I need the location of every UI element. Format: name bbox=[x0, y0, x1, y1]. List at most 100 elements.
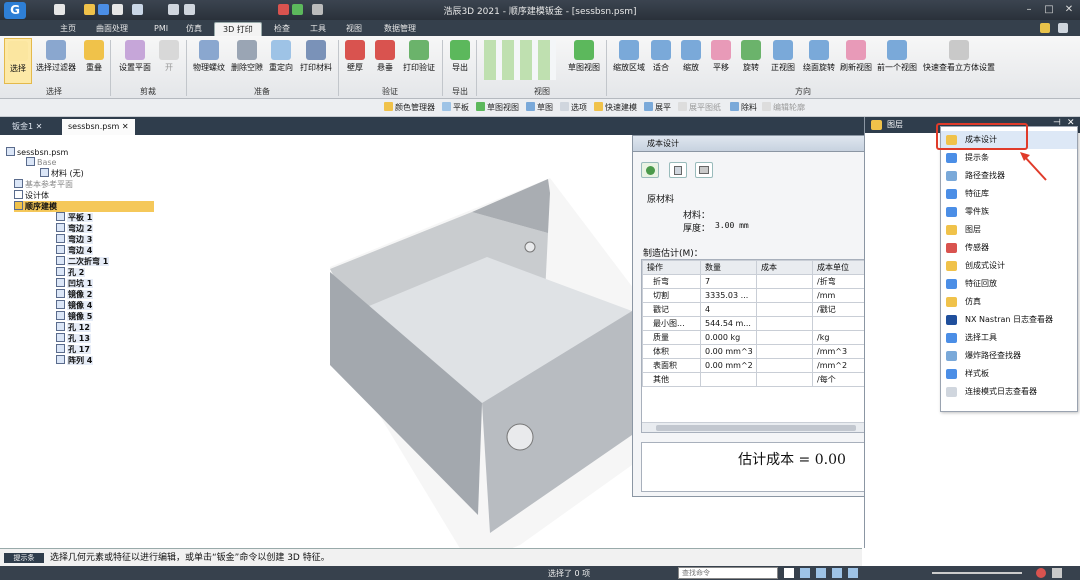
tab-data-management[interactable]: 数据管理 bbox=[376, 22, 424, 36]
tree-feature[interactable]: 孔 17 bbox=[56, 344, 91, 355]
sketch-view-toggle[interactable]: 草图视图 bbox=[476, 102, 519, 114]
refresh-cost-button[interactable] bbox=[641, 162, 659, 178]
tab-surfacing[interactable]: 曲面处理 bbox=[88, 22, 136, 36]
rotate-about-face-button[interactable]: 绕面旋转 bbox=[800, 38, 838, 84]
menu-item-prompt-bar[interactable]: 提示条 bbox=[941, 149, 1077, 167]
tab-inspect[interactable]: 检查 bbox=[266, 22, 298, 36]
expand-icon[interactable] bbox=[1058, 23, 1068, 33]
menu-item-sensor[interactable]: 传感器 bbox=[941, 239, 1077, 257]
overlap-button[interactable]: 重叠 bbox=[82, 38, 106, 84]
export-cost-button[interactable] bbox=[669, 162, 687, 178]
tab-3d-print[interactable]: 3D 打印 bbox=[214, 22, 262, 36]
flatten-button[interactable]: 展平 bbox=[644, 102, 671, 114]
doc-tab-sheetmetal1[interactable]: 钣金1 ✕ bbox=[6, 119, 48, 135]
zoom-slider[interactable] bbox=[932, 572, 1022, 574]
delete-void-button[interactable]: 删除空隙 bbox=[228, 38, 266, 84]
cut-button[interactable]: 除料 bbox=[730, 102, 757, 114]
fit-button[interactable]: 适合 bbox=[650, 38, 672, 84]
help-icon[interactable] bbox=[1040, 23, 1050, 33]
color-manager-button[interactable]: 颜色管理器 bbox=[384, 102, 435, 114]
menu-item-connection-log[interactable]: 连接模式日志查看器 bbox=[941, 383, 1077, 401]
menu-item-feature-playback[interactable]: 特征回放 bbox=[941, 275, 1077, 293]
menu-item-pathfinder[interactable]: 路径查找器 bbox=[941, 167, 1077, 185]
menu-item-generative-design[interactable]: 创成式设计 bbox=[941, 257, 1077, 275]
table-cell[interactable] bbox=[756, 274, 813, 289]
tree-feature[interactable]: 孔 12 bbox=[56, 322, 91, 333]
set-plane-button[interactable]: 设置平面 bbox=[116, 38, 154, 84]
view-rotate-icon[interactable] bbox=[848, 568, 858, 578]
table-cell[interactable] bbox=[756, 302, 813, 317]
view-cube-icon[interactable] bbox=[784, 568, 794, 578]
table-cell[interactable] bbox=[756, 344, 813, 359]
front-view-button[interactable]: 正视图 bbox=[768, 38, 798, 84]
tree-item-design-body[interactable]: 设计体 bbox=[14, 190, 49, 201]
tree-feature[interactable]: 平板 1 bbox=[56, 212, 94, 223]
options-status-icon[interactable] bbox=[1052, 568, 1062, 578]
zoom-area-button[interactable]: 缩放区域 bbox=[610, 38, 648, 84]
tree-feature[interactable]: 镜像 5 bbox=[56, 311, 94, 322]
tree-item-sequential[interactable]: 顺序建模 bbox=[14, 201, 154, 212]
tab-tools[interactable]: 工具 bbox=[302, 22, 334, 36]
sketch-toggle[interactable]: 草图 bbox=[526, 102, 553, 114]
tree-feature[interactable]: 阵列 4 bbox=[56, 355, 94, 366]
menu-item-explode-pathfinder[interactable]: 爆炸路径查找器 bbox=[941, 347, 1077, 365]
column-header[interactable]: 成本 bbox=[756, 260, 813, 275]
physical-thread-button[interactable]: 物理螺纹 bbox=[190, 38, 228, 84]
tree-feature[interactable]: 弯边 3 bbox=[56, 234, 94, 245]
tree-feature[interactable]: 镜像 2 bbox=[56, 289, 94, 300]
view-zoom-icon[interactable] bbox=[816, 568, 826, 578]
scrollbar-thumb[interactable] bbox=[656, 425, 856, 431]
doc-tab-sessbsn[interactable]: sessbsn.psm ✕ bbox=[62, 119, 135, 135]
tab-fill[interactable]: 仿真 bbox=[178, 22, 210, 36]
record-icon[interactable] bbox=[1036, 568, 1046, 578]
close-button[interactable]: ✕ bbox=[1062, 3, 1076, 16]
minimize-button[interactable]: – bbox=[1022, 3, 1036, 16]
table-cell[interactable] bbox=[756, 316, 813, 331]
tree-feature[interactable]: 镜像 4 bbox=[56, 300, 94, 311]
select-filter-button[interactable]: 选择过滤器 bbox=[34, 38, 78, 84]
tree-feature[interactable]: 孔 13 bbox=[56, 333, 91, 344]
tree-item-material[interactable]: 材料 (无) bbox=[40, 168, 84, 179]
maximize-button[interactable]: □ bbox=[1042, 3, 1056, 16]
table-cell[interactable] bbox=[756, 372, 813, 387]
tree-item-ref-planes[interactable]: 基本参考平面 bbox=[14, 179, 73, 190]
wall-thickness-button[interactable]: 壁厚 bbox=[342, 38, 368, 84]
view-fit-icon[interactable] bbox=[800, 568, 810, 578]
print-verify-button[interactable]: 打印验证 bbox=[400, 38, 438, 84]
tree-feature[interactable]: 弯边 2 bbox=[56, 223, 94, 234]
tree-feature[interactable]: 弯边 4 bbox=[56, 245, 94, 256]
table-cell[interactable] bbox=[756, 358, 813, 373]
command-search-input[interactable] bbox=[678, 567, 778, 579]
column-header[interactable]: 数量 bbox=[700, 260, 757, 275]
tab-pmi[interactable]: PMI bbox=[146, 22, 176, 36]
tree-item-base[interactable]: Base bbox=[26, 157, 56, 168]
print-cost-button[interactable] bbox=[695, 162, 713, 178]
print-material-button[interactable]: 打印材料 bbox=[296, 38, 336, 84]
sketch-view-button[interactable]: 草图视图 bbox=[566, 38, 602, 84]
menu-item-select-tool[interactable]: 选择工具 bbox=[941, 329, 1077, 347]
edit-profile-button[interactable]: 编辑轮廓 bbox=[762, 102, 805, 114]
view-gallery[interactable] bbox=[484, 40, 556, 80]
menu-item-part-family[interactable]: 零件族 bbox=[941, 203, 1077, 221]
quick-modeling-button[interactable]: 快速建模 bbox=[594, 102, 637, 114]
menu-item-simulation[interactable]: 仿真 bbox=[941, 293, 1077, 311]
pan-button[interactable]: 平移 bbox=[710, 38, 732, 84]
menu-item-layers[interactable]: 图层 bbox=[941, 221, 1077, 239]
overhang-button[interactable]: 悬垂 bbox=[372, 38, 398, 84]
tree-feature[interactable]: 孔 2 bbox=[56, 267, 86, 278]
select-button[interactable]: 选择 bbox=[4, 38, 32, 84]
tree-feature[interactable]: 二次折弯 1 bbox=[56, 256, 110, 267]
view-pan-icon[interactable] bbox=[832, 568, 842, 578]
export-button[interactable]: 导出 bbox=[446, 38, 474, 84]
options-button[interactable]: 选项 bbox=[560, 102, 587, 114]
flat-button[interactable]: 平板 bbox=[442, 102, 469, 114]
menu-item-feature-library[interactable]: 特征库 bbox=[941, 185, 1077, 203]
menu-item-style-board[interactable]: 样式板 bbox=[941, 365, 1077, 383]
rotate-button[interactable]: 旋转 bbox=[740, 38, 762, 84]
cube-settings-button[interactable]: 快速查看立方体设置 bbox=[920, 38, 998, 84]
column-header[interactable]: 操作 bbox=[642, 260, 701, 275]
reorient-button[interactable]: 重定向 bbox=[266, 38, 296, 84]
open-button[interactable]: 开 bbox=[158, 38, 180, 84]
table-cell[interactable] bbox=[756, 288, 813, 303]
tab-view[interactable]: 视图 bbox=[338, 22, 370, 36]
